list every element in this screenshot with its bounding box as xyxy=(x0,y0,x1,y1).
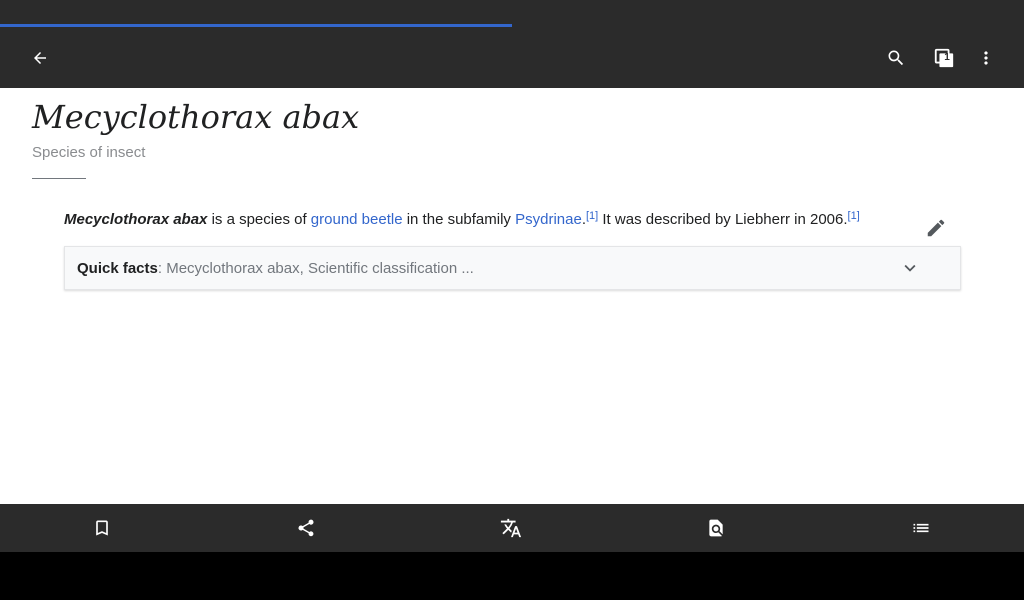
top-toolbar: 1 xyxy=(0,27,1024,88)
reference-link[interactable]: [1] xyxy=(586,210,598,222)
quick-facts-label: Quick facts xyxy=(77,260,158,277)
tab-count: 1 xyxy=(944,52,950,63)
page-title: Mecyclothorax abax xyxy=(32,98,360,136)
quick-facts-text: Quick facts: Mecyclothorax abax, Scienti… xyxy=(77,260,474,277)
link-psydrinae[interactable]: Psydrinae xyxy=(515,211,582,228)
language-button[interactable] xyxy=(487,504,535,552)
bottom-action-bar xyxy=(0,504,1024,552)
share-icon xyxy=(298,519,314,537)
tabs-button[interactable]: 1 xyxy=(920,27,968,88)
paragraph-text: in the subfamily xyxy=(402,211,516,228)
lead-paragraph: Mecyclothorax abax is a species of groun… xyxy=(64,205,914,231)
link-ground-beetle[interactable]: ground beetle xyxy=(311,211,403,228)
pencil-icon xyxy=(927,219,945,237)
translate-icon xyxy=(500,518,522,538)
quick-facts-expand[interactable] xyxy=(897,255,923,281)
bookmark-icon xyxy=(96,520,108,536)
list-icon xyxy=(913,523,929,533)
title-divider xyxy=(32,178,86,179)
system-navigation-bar xyxy=(0,552,1024,600)
chevron-down-icon xyxy=(904,264,916,272)
more-vertical-icon xyxy=(984,50,988,65)
share-button[interactable] xyxy=(282,504,330,552)
paragraph-text: is a species of xyxy=(207,211,311,228)
arrow-back-icon xyxy=(34,51,46,64)
status-bar xyxy=(0,0,1024,24)
overflow-menu-button[interactable] xyxy=(962,27,1010,88)
edit-section-button[interactable] xyxy=(920,212,952,244)
find-in-page-button[interactable] xyxy=(692,504,740,552)
article-content: Mecyclothorax abax Species of insect Mec… xyxy=(0,88,1024,504)
contents-button[interactable] xyxy=(897,504,945,552)
search-icon xyxy=(888,50,904,65)
paragraph-text: It was described by Liebherr in 2006. xyxy=(598,211,848,228)
back-button[interactable] xyxy=(16,27,64,88)
save-button[interactable] xyxy=(78,504,126,552)
bold-species-name: Mecyclothorax abax xyxy=(64,211,208,228)
quick-facts-summary: : Mecyclothorax abax, Scientific classif… xyxy=(157,260,474,277)
search-button[interactable] xyxy=(872,27,920,88)
page-description: Species of insect xyxy=(32,144,146,161)
find-in-page-icon xyxy=(709,519,723,537)
reference-link[interactable]: [1] xyxy=(848,210,860,222)
quick-facts-collapsible[interactable]: Quick facts: Mecyclothorax abax, Scienti… xyxy=(64,246,961,290)
